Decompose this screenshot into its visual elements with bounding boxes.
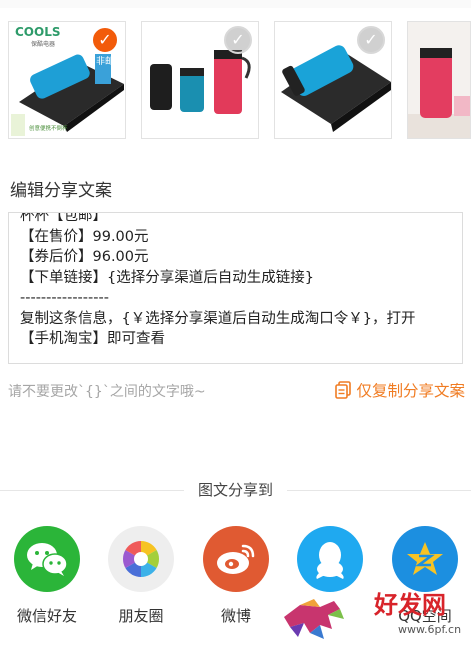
product-image-4[interactable] bbox=[407, 21, 471, 139]
product-image-1[interactable]: COOLS 保酷电器 非邮 创意便携不倒杯 ✓ bbox=[8, 21, 126, 139]
text-line: 【在售价】99.00元 bbox=[20, 228, 149, 245]
unselected-check-icon[interactable]: ✓ bbox=[357, 26, 385, 54]
share-moments[interactable]: 朋友圈 bbox=[95, 526, 187, 626]
share-text-editor[interactable]: 杯杯【包邮】 【在售价】99.00元 【券后价】96.00元 【下单链接】{选择… bbox=[8, 212, 463, 364]
weibo-icon bbox=[203, 526, 269, 592]
product-image-list: COOLS 保酷电器 非邮 创意便携不倒杯 ✓ ✓ ✓ bbox=[0, 18, 471, 143]
text-line: 【手机淘宝】即可查看 bbox=[20, 331, 165, 347]
svg-text:保酷电器: 保酷电器 bbox=[31, 40, 55, 48]
moments-icon bbox=[108, 526, 174, 592]
product-image-2[interactable]: ✓ bbox=[141, 21, 259, 139]
qzone-icon bbox=[392, 526, 458, 592]
watermark-logo: 好发网 www.6pf.cn bbox=[280, 585, 470, 645]
product-image-3[interactable]: ✓ bbox=[274, 21, 392, 139]
text-line: 【下单链接】{选择分享渠道后自动生成链接} bbox=[20, 269, 314, 286]
unselected-check-icon[interactable]: ✓ bbox=[224, 26, 252, 54]
selected-check-icon[interactable]: ✓ bbox=[91, 26, 119, 54]
text-line: 复制这条信息，{￥选择分享渠道后自动生成淘口令￥}，打开 bbox=[20, 310, 416, 327]
text-line: 【券后价】96.00元 bbox=[20, 249, 149, 265]
svg-text:好发网: 好发网 bbox=[373, 590, 446, 619]
copy-label: 仅复制分享文案 bbox=[356, 382, 465, 400]
share-section-title: 图文分享到 bbox=[0, 479, 471, 500]
wechat-icon bbox=[14, 526, 80, 592]
edit-hint: 请不要更改`{}`之间的文字哦~ bbox=[8, 384, 206, 400]
svg-text:www.6pf.cn: www.6pf.cn bbox=[398, 623, 461, 636]
qq-icon bbox=[297, 526, 363, 592]
copy-icon bbox=[335, 381, 352, 399]
share-wechat-friends[interactable]: 微信好友 bbox=[1, 526, 93, 626]
share-weibo[interactable]: 微博 bbox=[190, 526, 282, 626]
product-photo bbox=[408, 22, 470, 138]
copy-text-only-button[interactable]: 仅复制分享文案 bbox=[335, 379, 465, 401]
svg-text:非邮: 非邮 bbox=[96, 55, 114, 67]
svg-text:创意便携不倒杯: 创意便携不倒杯 bbox=[29, 124, 68, 132]
svg-text:COOLS: COOLS bbox=[15, 25, 61, 39]
status-bar bbox=[0, 0, 471, 8]
text-line: ----------------- bbox=[20, 290, 109, 306]
editor-title: 编辑分享文案 bbox=[10, 181, 112, 201]
text-line: 杯杯【包邮】 bbox=[20, 212, 107, 224]
